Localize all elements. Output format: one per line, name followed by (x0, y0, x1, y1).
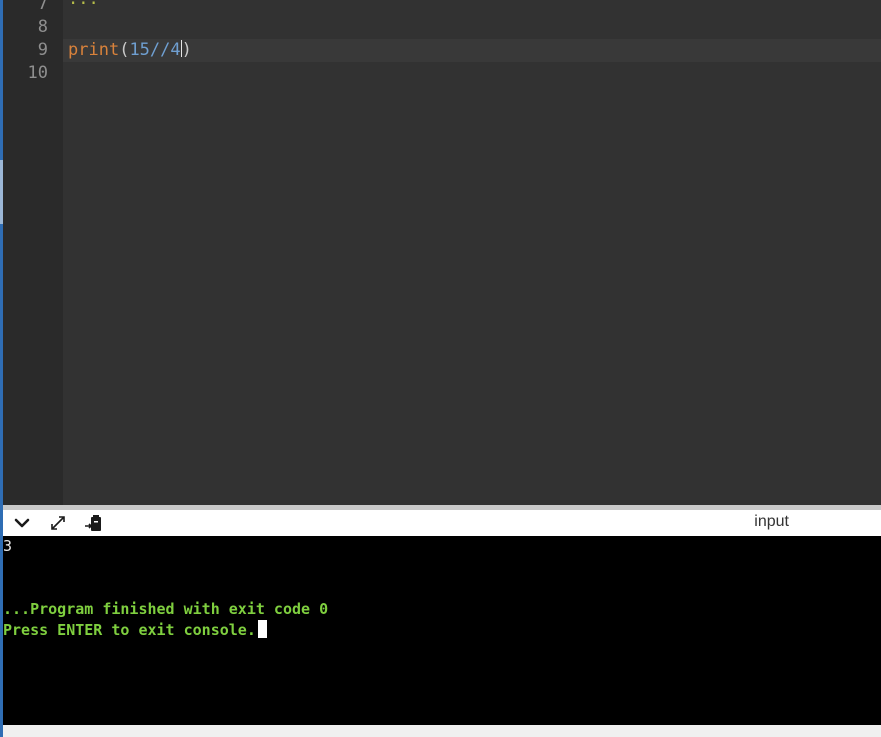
open-paren: ( (119, 40, 130, 60)
code-editor[interactable]: 7 8 9 10 ... print(15//4) (3, 0, 881, 505)
string-fragment: ... (68, 0, 99, 9)
console-output[interactable]: 3 ...Program finished with exit code 0 P… (3, 536, 881, 725)
console-cursor (257, 620, 267, 638)
number-literal-4: 4 (170, 40, 181, 60)
code-line-9[interactable]: print(15//4) (68, 39, 192, 62)
close-paren: ) (181, 40, 192, 60)
print-keyword: print (68, 40, 120, 60)
line-number-10: 10 (27, 63, 48, 83)
chevron-down-icon (14, 518, 30, 528)
exit-status-message: ...Program finished with exit code 0 (3, 600, 329, 618)
line-number-gutter: 7 8 9 10 (3, 0, 63, 505)
collapse-console-button[interactable] (11, 513, 33, 533)
program-output: 3 (3, 537, 13, 555)
input-tab[interactable]: input (754, 513, 789, 531)
line-number-8: 8 (37, 17, 48, 37)
floor-division-operator: // (149, 40, 171, 60)
line-number-7: 7 (37, 0, 48, 14)
number-literal-15: 15 (129, 40, 150, 60)
console-toolbar: input (3, 510, 881, 536)
copy-output-button[interactable] (83, 513, 105, 533)
bottom-bar (3, 725, 881, 737)
clipboard-icon (85, 515, 101, 531)
exit-prompt-text: Press ENTER to exit console. (3, 621, 256, 639)
maximize-console-button[interactable] (47, 513, 69, 533)
line-number-9: 9 (37, 40, 48, 60)
code-line-7[interactable]: ... (68, 0, 99, 11)
exit-prompt-line: Press ENTER to exit console. (3, 620, 267, 640)
expand-arrows-icon (51, 516, 65, 530)
